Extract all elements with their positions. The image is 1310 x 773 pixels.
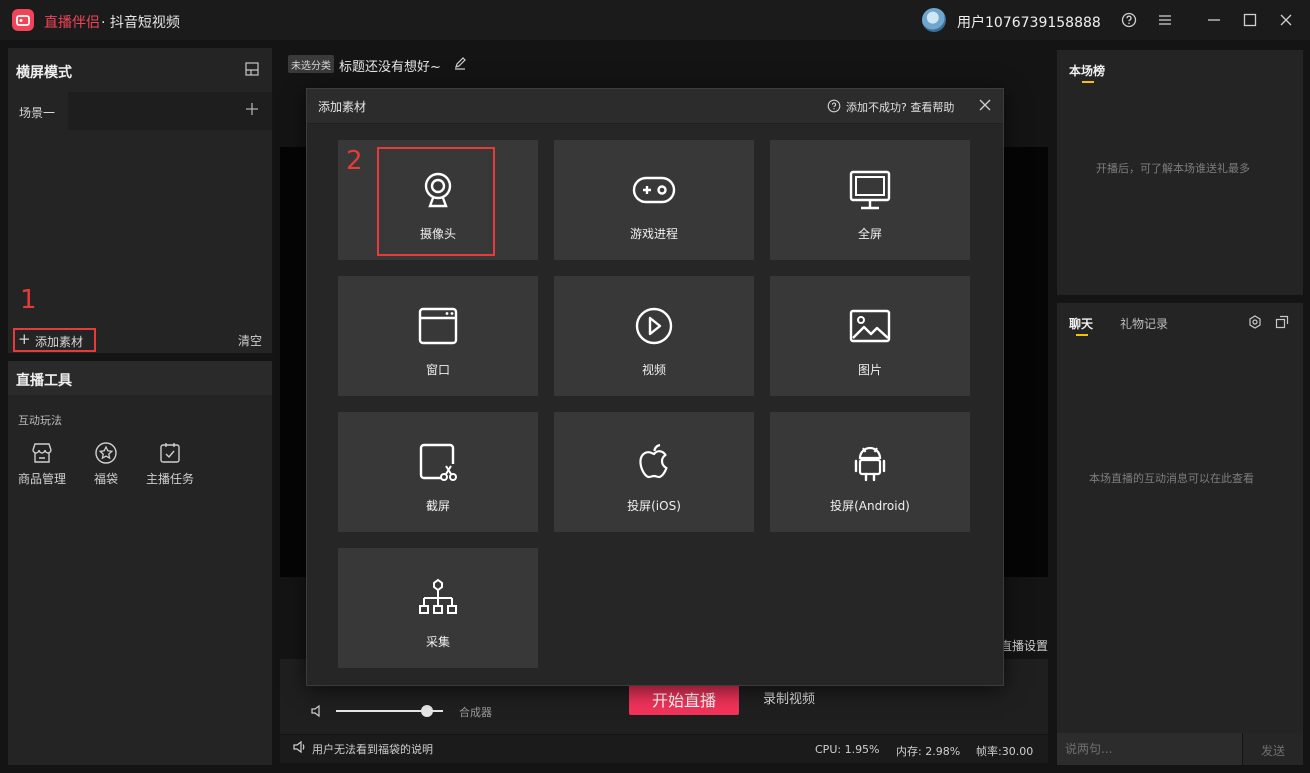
tile-label: 截屏 <box>425 499 450 513</box>
edit-icon[interactable] <box>453 56 467 70</box>
app-logo-icon <box>12 9 34 31</box>
annotation-2: 2 <box>346 146 363 176</box>
notice-link[interactable]: 用户无法看到福袋的说明 <box>312 741 433 757</box>
star-bag-icon <box>95 442 117 464</box>
tile-image[interactable]: 图片 <box>770 276 970 396</box>
rank-empty-text: 开播后，可了解本场谁送礼最多 <box>1096 162 1250 175</box>
minimize-icon[interactable] <box>1205 11 1223 29</box>
stream-title[interactable]: 标题还没有想好~ <box>339 56 441 75</box>
apple-icon <box>639 443 668 479</box>
dialog-title: 添加素材 <box>318 100 367 114</box>
tile-window[interactable]: 窗口 <box>338 276 538 396</box>
avatar[interactable] <box>922 8 946 32</box>
tile-fullscreen[interactable]: 全屏 <box>770 140 970 260</box>
plus-icon: + <box>18 330 31 348</box>
help-icon[interactable] <box>1120 11 1138 29</box>
camera-highlight-box <box>377 147 495 256</box>
screenshot-icon <box>419 443 457 481</box>
tile-video[interactable]: 视频 <box>554 276 754 396</box>
tile-label: 全屏 <box>857 227 882 241</box>
live-tools-title: 直播工具 <box>16 373 72 389</box>
dialog-close-icon[interactable] <box>978 98 992 112</box>
volume-slider-handle[interactable] <box>420 705 433 717</box>
speaker-icon[interactable] <box>309 703 325 719</box>
help-circle-icon[interactable] <box>827 99 841 113</box>
menu-icon[interactable] <box>1156 11 1174 29</box>
interact-section-label: 互动玩法 <box>18 414 62 427</box>
tile-capture[interactable]: 采集 <box>338 548 538 668</box>
tile-label: 视频 <box>641 363 666 377</box>
chat-input[interactable] <box>1057 733 1242 765</box>
tile-label: 游戏进程 <box>629 227 678 241</box>
tile-cast-ios[interactable]: 投屏(iOS) <box>554 412 754 532</box>
chat-empty-text: 本场直播的互动消息可以在此查看 <box>1089 472 1254 485</box>
clear-button[interactable]: 清空 <box>238 332 262 349</box>
chat-panel <box>1057 303 1303 733</box>
add-scene-icon[interactable] <box>244 101 260 117</box>
tile-label: 窗口 <box>425 363 450 377</box>
tool-product-management[interactable]: 商品管理 <box>10 440 74 490</box>
tool-streamer-tasks[interactable]: 主播任务 <box>138 440 202 490</box>
window-icon <box>418 307 458 345</box>
send-button[interactable]: 发送 <box>1243 733 1303 765</box>
tool-label: 商品管理 <box>17 472 66 486</box>
app-subtitle: · 抖音短视频 <box>101 15 180 31</box>
settings-icon[interactable] <box>1248 315 1262 329</box>
tile-label: 采集 <box>425 635 450 649</box>
title-bar <box>0 0 1310 40</box>
capture-icon <box>419 578 457 614</box>
tile-cast-android[interactable]: 投屏(Android) <box>770 412 970 532</box>
start-live-button[interactable]: 开始直播 <box>629 681 739 715</box>
android-icon <box>854 446 886 482</box>
annotation-1: 1 <box>20 285 37 315</box>
category-chip[interactable]: 未选分类 <box>288 55 334 73</box>
memory-usage: 内存: 2.98% <box>896 745 961 758</box>
username[interactable]: 用户1076739158888 <box>957 12 1101 32</box>
play-icon <box>635 307 673 345</box>
monitor-icon <box>849 170 891 210</box>
record-video-button[interactable]: 录制视频 <box>763 688 815 707</box>
close-icon[interactable] <box>1277 11 1295 29</box>
popout-icon[interactable] <box>1275 315 1289 329</box>
mode-title: 横屏模式 <box>16 65 72 81</box>
app-name: 直播伴侣 <box>44 15 100 31</box>
tile-label: 投屏(Android) <box>830 499 910 513</box>
speaker-notice-icon <box>292 740 308 754</box>
tab-chat[interactable]: 聊天 <box>1069 315 1093 332</box>
tile-screenshot[interactable]: 截屏 <box>338 412 538 532</box>
help-link[interactable]: 添加不成功? 查看帮助 <box>846 99 954 115</box>
tool-label: 主播任务 <box>145 472 194 486</box>
layout-toggle-icon[interactable] <box>244 61 260 77</box>
frame-rate: 帧率:30.00 <box>976 745 1034 758</box>
mixer-label[interactable]: 合成器 <box>459 704 492 720</box>
shop-icon <box>32 443 52 463</box>
maximize-icon[interactable] <box>1241 11 1259 29</box>
tool-label: 福袋 <box>93 472 118 486</box>
live-settings-button[interactable]: 直播设置 <box>1000 637 1048 654</box>
tab-active-indicator <box>1076 334 1088 336</box>
tile-label: 投屏(iOS) <box>627 499 681 513</box>
tile-game-process[interactable]: 游戏进程 <box>554 140 754 260</box>
cpu-usage: CPU: 1.95% <box>815 743 880 756</box>
image-icon <box>849 309 891 343</box>
tab-gift-records[interactable]: 礼物记录 <box>1120 315 1168 332</box>
task-icon <box>160 443 180 463</box>
tile-label: 图片 <box>857 363 882 377</box>
tab-active-indicator <box>1082 81 1094 83</box>
tool-lucky-bag[interactable]: 福袋 <box>74 440 138 490</box>
tab-rank[interactable]: 本场榜 <box>1069 62 1105 79</box>
tab-scene-1[interactable]: 场景一 <box>8 92 68 130</box>
gamepad-icon <box>632 176 676 204</box>
